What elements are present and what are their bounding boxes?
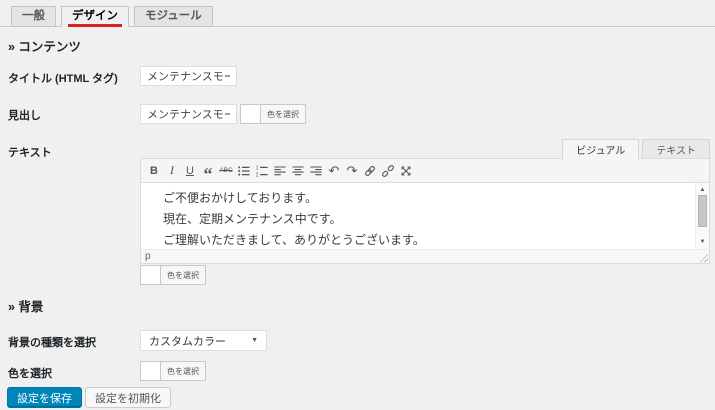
editor-element-path: p	[145, 251, 151, 262]
editor-tab-text[interactable]: テキスト	[642, 139, 710, 159]
blockquote-icon[interactable]: “	[199, 160, 217, 184]
svg-text:2: 2	[256, 172, 259, 178]
section-heading-background: » 背景	[8, 300, 44, 314]
heading-select-color-button[interactable]: 色を選択	[261, 105, 305, 123]
editor-scrollbar[interactable]: ▲ ▼	[695, 183, 709, 249]
tab-modules[interactable]: モジュール	[134, 6, 213, 27]
unlink-icon[interactable]	[379, 160, 397, 181]
heading-input[interactable]	[140, 104, 237, 124]
editor-mode-tabs: ビジュアル テキスト	[562, 139, 710, 159]
editor-text-line: ご理解いただきまして、ありがとうございます。	[163, 233, 425, 247]
align-center-icon[interactable]	[289, 160, 307, 181]
scroll-up-icon[interactable]: ▲	[696, 186, 709, 194]
fullscreen-icon[interactable]	[397, 160, 415, 181]
title-input[interactable]	[140, 66, 237, 86]
scrollbar-thumb[interactable]	[698, 195, 707, 227]
tab-design[interactable]: デザイン	[61, 6, 129, 27]
underline-icon[interactable]: U	[181, 160, 199, 181]
svg-text:1: 1	[256, 165, 259, 171]
heading-field-label: 見出し	[8, 110, 41, 122]
settings-nav-tabs: 一般 デザイン モジュール	[11, 6, 213, 27]
dropdown-arrow-icon: ▼	[251, 337, 258, 344]
editor-content-area[interactable]: ご不便おかけしております。 現在、定期メンテナンス中です。 ご理解いただきまして…	[140, 183, 710, 249]
undo-icon[interactable]: ↶	[325, 160, 343, 181]
editor-text-line: 現在、定期メンテナンス中です。	[163, 212, 342, 226]
text-color-swatch	[141, 266, 161, 284]
bg-color-picker[interactable]: 色を選択	[140, 361, 206, 381]
bg-type-select[interactable]: カスタムカラー ▼	[140, 330, 267, 351]
reset-settings-button[interactable]: 設定を初期化	[85, 387, 171, 408]
bg-color-field-label: 色を選択	[8, 368, 52, 380]
heading-color-picker[interactable]: 色を選択	[240, 104, 306, 124]
strikethrough-icon[interactable]: ABC	[217, 160, 235, 181]
text-editor: ビジュアル テキスト B I U “ ABC 1 2 ↶ ↷ ご不便おかけしてお…	[140, 139, 710, 264]
maintenance-mode-settings-page: 一般 デザイン モジュール » コンテンツ タイトル (HTML タグ) 見出し…	[0, 0, 715, 410]
tab-general[interactable]: 一般	[11, 6, 56, 27]
numbered-list-icon[interactable]: 1 2	[253, 160, 271, 181]
resize-handle-icon[interactable]	[699, 253, 708, 262]
text-field-label: テキスト	[8, 147, 52, 159]
save-settings-button[interactable]: 設定を保存	[7, 387, 82, 408]
bg-type-field-label: 背景の種類を選択	[8, 337, 96, 349]
bg-type-selected-value: カスタムカラー	[149, 335, 226, 348]
title-field-label: タイトル (HTML タグ)	[8, 73, 118, 85]
text-color-picker[interactable]: 色を選択	[140, 265, 206, 285]
editor-text-line: ご不便おかけしております。	[163, 191, 318, 205]
bg-select-color-button[interactable]: 色を選択	[161, 362, 205, 380]
editor-status-bar: p	[140, 249, 710, 264]
scroll-down-icon[interactable]: ▼	[696, 238, 709, 246]
editor-toolbar: B I U “ ABC 1 2 ↶ ↷	[140, 158, 710, 184]
text-select-color-button[interactable]: 色を選択	[161, 266, 205, 284]
bold-icon[interactable]: B	[145, 160, 163, 181]
heading-color-swatch	[241, 105, 261, 123]
editor-tab-visual[interactable]: ビジュアル	[562, 139, 640, 159]
link-icon[interactable]	[361, 160, 379, 181]
align-left-icon[interactable]	[271, 160, 289, 181]
redo-icon[interactable]: ↷	[343, 160, 361, 181]
align-right-icon[interactable]	[307, 160, 325, 181]
italic-icon[interactable]: I	[163, 160, 181, 181]
bg-color-swatch	[141, 362, 161, 380]
section-heading-content: » コンテンツ	[8, 40, 81, 54]
bullet-list-icon[interactable]	[235, 160, 253, 181]
